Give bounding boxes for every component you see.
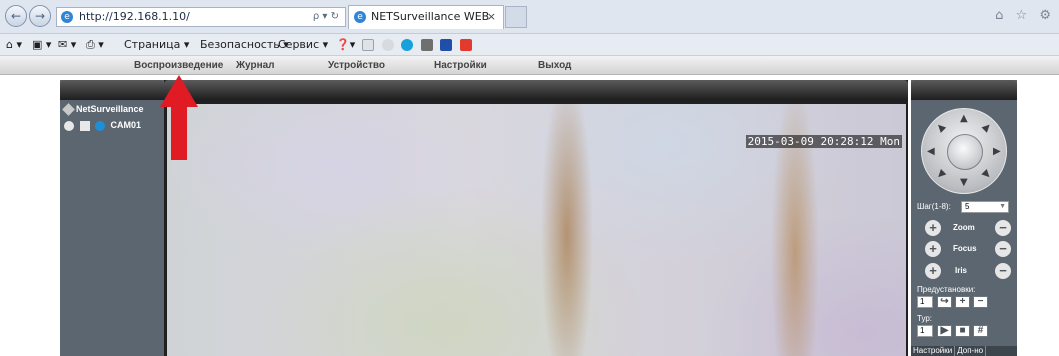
wrench-icon	[62, 103, 75, 116]
tree-camera-row: CAM01	[64, 120, 141, 131]
ptz-up-right-icon[interactable]: ▲	[980, 121, 993, 134]
help-menu[interactable]: ❓▾	[336, 34, 355, 56]
menu-settings[interactable]: Настройки	[434, 56, 487, 75]
iris-close-button[interactable]: −	[995, 263, 1011, 279]
new-tab-button[interactable]	[505, 6, 527, 28]
focus-out-button[interactable]: −	[995, 241, 1011, 257]
iris-open-button[interactable]: +	[925, 263, 941, 279]
service-menu[interactable]: Сервис ▾	[278, 34, 328, 56]
tab-ie-icon: e	[354, 11, 366, 23]
tour-label: Тур:	[917, 314, 933, 323]
zoom-label: Zoom	[953, 223, 975, 232]
footer-extra-tab[interactable]: Доп-но	[955, 346, 987, 356]
tab-title: NETSurveillance WEB	[371, 10, 490, 23]
ptz-left-icon[interactable]: ◀	[927, 146, 935, 157]
menu-exit[interactable]: Выход	[538, 56, 571, 75]
back-button[interactable]: ←	[5, 5, 27, 27]
video-timestamp: 2015-03-09 20:28:12 Mon	[745, 135, 902, 148]
feeds-menu[interactable]: ▣ ▾	[32, 34, 51, 56]
ie-icon: e	[61, 11, 73, 23]
ptz-down-right-icon[interactable]: ▼	[980, 168, 993, 181]
browser-titlebar: ← → e http://192.168.1.10/ ρ ▾ ↻ e NETSu…	[0, 0, 1059, 34]
k-red-icon[interactable]	[459, 39, 472, 51]
ptz-right-icon[interactable]: ▶	[993, 146, 1001, 157]
iris-row: + Iris −	[925, 263, 1011, 279]
tour-grid-button[interactable]: #	[973, 325, 988, 337]
ptz-header	[911, 80, 1017, 100]
address-bar[interactable]: e http://192.168.1.10/ ρ ▾ ↻	[56, 7, 346, 27]
forward-button[interactable]: →	[29, 5, 51, 27]
preset-add-button[interactable]: +	[955, 296, 970, 308]
zoom-out-button[interactable]: −	[995, 220, 1011, 236]
page-menu[interactable]: Страница ▾	[124, 34, 189, 56]
browser-right-icons[interactable]: ⌂ ☆ ⚙	[995, 8, 1055, 23]
zoom-in-button[interactable]: +	[925, 220, 941, 236]
presets-label: Предустановки:	[917, 285, 976, 294]
command-bar: ⌂ ▾ ▣ ▾ ✉ ▾ ⎙ ▾ Страница ▾ Безопасность …	[0, 34, 1059, 56]
camera-label[interactable]: CAM01	[111, 120, 142, 130]
app-menu-bar: Воспроизведение Журнал Устройство Настро…	[0, 56, 1059, 75]
focus-in-button[interactable]: +	[925, 241, 941, 257]
annotation-arrow-icon	[160, 75, 198, 160]
ptz-down-left-icon[interactable]: ▼	[934, 168, 947, 181]
skype-icon[interactable]	[401, 39, 413, 51]
tour-stop-button[interactable]: ■	[955, 325, 970, 337]
ptz-up-left-icon[interactable]: ▲	[934, 121, 947, 134]
video-panel: 2015-03-09 20:28:12 Mon	[164, 80, 908, 356]
bluetooth-icon[interactable]	[440, 39, 452, 51]
chevron-down-icon: ▼	[999, 203, 1006, 210]
back-icon: ←	[10, 9, 22, 23]
print-menu[interactable]: ⎙ ▾	[86, 34, 104, 56]
tree-root[interactable]: NetSurveillance	[62, 103, 144, 116]
address-tools[interactable]: ρ ▾ ↻	[313, 8, 339, 26]
address-text: http://192.168.1.10/	[79, 10, 190, 23]
tour-input[interactable]: 1	[917, 325, 933, 337]
addon-icons	[362, 34, 472, 56]
gear-addon-icon[interactable]	[381, 39, 394, 51]
ptz-center-button[interactable]	[947, 134, 983, 170]
stop-icon[interactable]	[79, 120, 90, 131]
iris-label: Iris	[955, 266, 968, 275]
k-icon[interactable]	[362, 39, 374, 51]
camera-view[interactable]: 2015-03-09 20:28:12 Mon	[167, 104, 906, 356]
record-icon[interactable]	[64, 120, 74, 131]
device-tree-panel: NetSurveillance CAM01	[60, 80, 164, 356]
tab-close-icon[interactable]: ×	[487, 6, 496, 28]
screenshot-root: ← → e http://192.168.1.10/ ρ ▾ ↻ e NETSu…	[0, 0, 1059, 356]
tool-icon[interactable]	[420, 39, 433, 51]
home-menu[interactable]: ⌂ ▾	[6, 34, 22, 56]
menu-log[interactable]: Журнал	[236, 56, 275, 75]
focus-row: + Focus −	[925, 241, 1011, 257]
focus-label: Focus	[953, 244, 977, 253]
netsurveillance-app: Воспроизведение Журнал Устройство Настро…	[0, 56, 1059, 356]
play-icon[interactable]	[95, 120, 106, 131]
ptz-panel: ▲ ▼ ◀ ▶ ▲ ▲ ▼ ▼ Шаг(1-8): 5 ▼ + Zoom − +…	[911, 80, 1017, 356]
ptz-up-icon[interactable]: ▲	[960, 113, 968, 124]
ptz-joystick[interactable]: ▲ ▼ ◀ ▶ ▲ ▲ ▼ ▼	[921, 108, 1007, 194]
menu-playback[interactable]: Воспроизведение	[134, 56, 223, 75]
footer-settings-tab[interactable]: Настройки	[911, 346, 956, 356]
browser-tab[interactable]: e NETSurveillance WEB ×	[348, 5, 504, 29]
tour-play-button[interactable]: ▶	[937, 325, 952, 337]
security-menu[interactable]: Безопасность ▾	[200, 34, 289, 56]
step-value: 5	[965, 202, 970, 211]
video-header	[164, 80, 908, 100]
step-label: Шаг(1-8):	[917, 202, 951, 211]
preset-remove-button[interactable]: −	[973, 296, 988, 308]
tree-root-label: NetSurveillance	[76, 104, 144, 114]
preset-input[interactable]: 1	[917, 296, 933, 308]
menu-device[interactable]: Устройство	[328, 56, 385, 75]
zoom-row: + Zoom −	[925, 220, 1011, 236]
ptz-footer: Настройки Доп-но	[911, 346, 1017, 356]
step-select[interactable]: 5 ▼	[961, 201, 1009, 213]
mail-menu[interactable]: ✉ ▾	[58, 34, 76, 56]
forward-icon: →	[34, 9, 46, 23]
ptz-down-icon[interactable]: ▼	[960, 177, 968, 188]
device-tree-header	[60, 80, 164, 100]
preset-goto-button[interactable]: ↪	[937, 296, 952, 308]
